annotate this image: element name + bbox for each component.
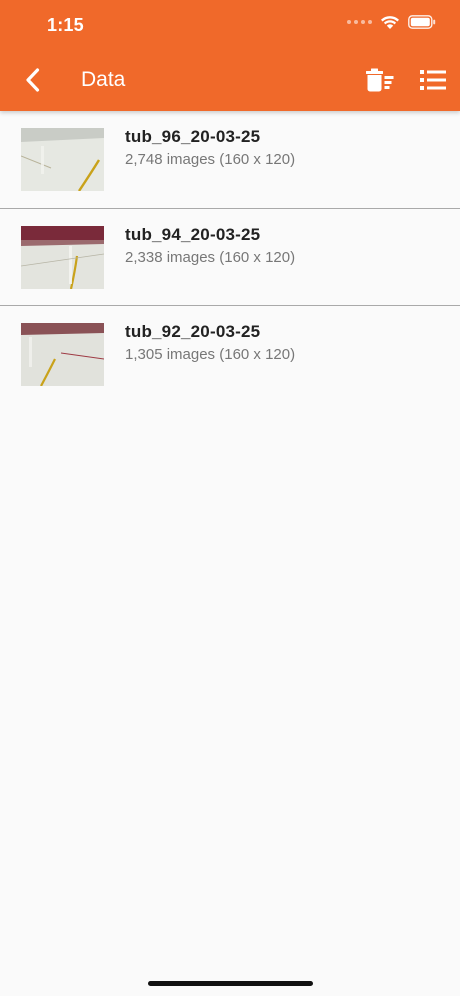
- delete-sweep-button[interactable]: [364, 66, 396, 94]
- tub-details: 1,305 images (160 x 120): [125, 346, 296, 363]
- cellular-signal-icon: [347, 20, 372, 24]
- wifi-icon: [381, 16, 399, 29]
- app-header: 1:15 Data: [0, 0, 460, 111]
- tub-list-item[interactable]: tub_94_20-03-25 2,338 images (160 x 120): [0, 209, 460, 306]
- tub-list-item[interactable]: tub_96_20-03-25 2,748 images (160 x 120): [0, 111, 460, 209]
- tub-list-item[interactable]: tub_92_20-03-25 1,305 images (160 x 120): [0, 306, 460, 404]
- tub-details: 2,748 images (160 x 120): [125, 151, 296, 168]
- chevron-left-icon: [26, 68, 40, 92]
- tub-name: tub_94_20-03-25: [125, 224, 261, 244]
- list-view-button[interactable]: [418, 66, 448, 94]
- home-indicator[interactable]: [148, 981, 313, 986]
- tub-name: tub_96_20-03-25: [125, 127, 261, 146]
- tub-thumbnail: [21, 128, 104, 191]
- status-indicators: [347, 14, 436, 30]
- screen: 1:15 Data tub_96_20-03-25 2,748 images (…: [0, 0, 460, 996]
- tub-thumbnail: [21, 225, 104, 289]
- back-button[interactable]: [18, 64, 48, 96]
- tub-list: tub_96_20-03-25 2,748 images (160 x 120)…: [0, 111, 460, 404]
- tub-name: tub_92_20-03-25: [125, 322, 261, 341]
- status-time: 1:15: [47, 15, 84, 35]
- delete-sweep-icon: [366, 68, 394, 92]
- tub-details: 2,338 images (160 x 120): [125, 248, 296, 266]
- battery-icon: [408, 15, 436, 29]
- tub-thumbnail: [21, 323, 104, 386]
- page-title: Data: [81, 68, 126, 91]
- list-icon: [420, 70, 446, 90]
